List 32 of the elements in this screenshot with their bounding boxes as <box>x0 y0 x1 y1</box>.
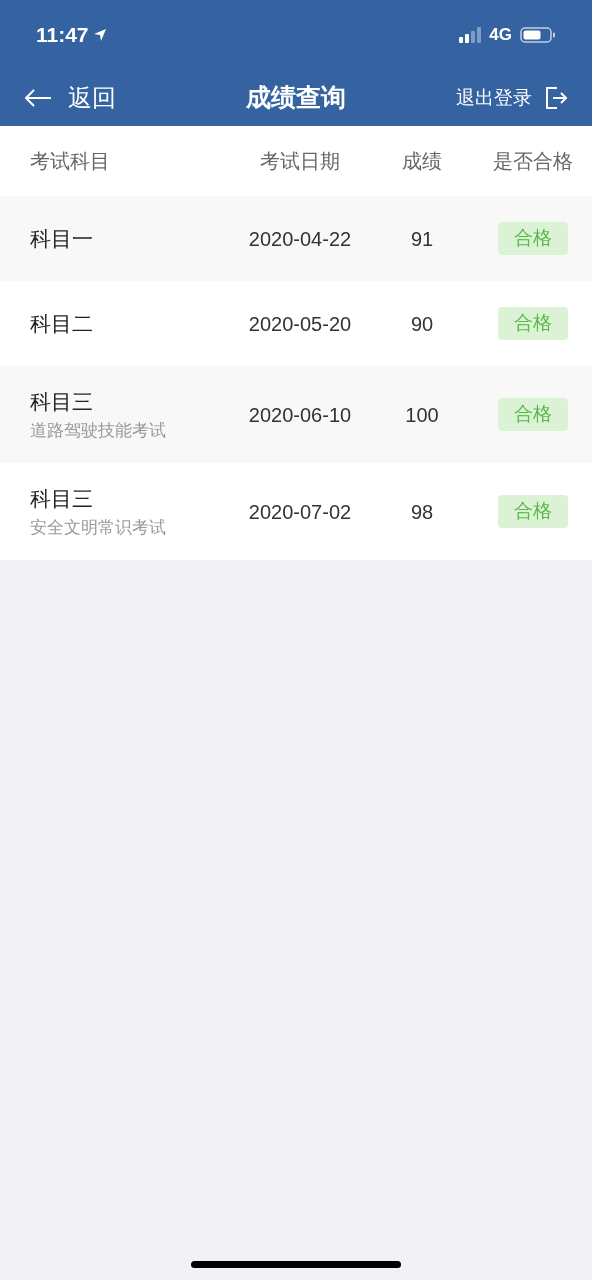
subject-note: 道路驾驶技能考试 <box>30 419 167 442</box>
exam-date: 2020-06-10 <box>248 403 352 426</box>
column-header: 考试科目 <box>30 150 110 172</box>
location-arrow-icon <box>92 28 107 42</box>
pass-badge: 合格 <box>498 307 568 340</box>
logout-button[interactable]: 退出登录 <box>456 83 568 113</box>
signal-icon <box>459 27 482 43</box>
back-arrow-icon <box>24 88 52 108</box>
pass-badge: 合格 <box>498 495 568 528</box>
subject-note: 安全文明常识考试 <box>30 516 167 539</box>
logout-icon <box>544 86 568 110</box>
score-value: 100 <box>405 403 439 426</box>
score-value: 91 <box>410 227 434 250</box>
battery-icon <box>520 27 556 43</box>
column-header: 成绩 <box>402 150 442 172</box>
column-header: 是否合格 <box>493 150 573 172</box>
subject-name: 科目三 <box>30 486 94 512</box>
pass-badge: 合格 <box>498 398 568 431</box>
exam-date: 2020-04-22 <box>248 227 352 250</box>
network-label: 4G <box>489 24 512 47</box>
exam-date: 2020-05-20 <box>248 312 352 335</box>
score-value: 90 <box>410 312 434 335</box>
pass-badge: 合格 <box>498 222 568 255</box>
page-title: 成绩查询 <box>246 82 346 114</box>
subject-name: 科目一 <box>30 225 94 252</box>
column-header: 考试日期 <box>260 150 340 172</box>
status-time: 11:47 <box>36 22 89 49</box>
score-value: 98 <box>410 500 434 523</box>
exam-date: 2020-07-02 <box>248 500 352 523</box>
subject-name: 科目二 <box>30 310 94 337</box>
subject-name: 科目三 <box>30 389 94 415</box>
back-button[interactable]: 返回 <box>24 80 116 116</box>
